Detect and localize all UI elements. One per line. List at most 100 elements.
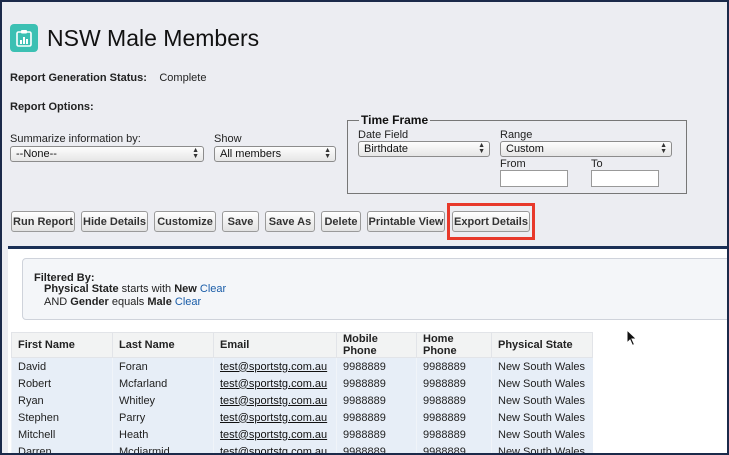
filter-field: Gender (70, 296, 109, 308)
range-label: Range (500, 129, 533, 141)
time-frame-legend: Time Frame (359, 113, 431, 127)
summarize-label: Summarize information by: (10, 133, 141, 145)
run-report-button[interactable]: Run Report (11, 211, 75, 232)
table-cell: Whitley (112, 392, 214, 409)
table-cell: Ryan (11, 392, 113, 409)
column-header[interactable]: Last Name (112, 332, 214, 358)
email-link[interactable]: test@sportstg.com.au (213, 357, 337, 375)
status-label: Report Generation Status: (10, 72, 147, 84)
clear-filter-link[interactable]: Clear (200, 283, 226, 295)
table-row: Ryan Whitley test@sportstg.com.au 998888… (11, 392, 593, 409)
table-cell: Robert (11, 375, 113, 392)
to-date-input[interactable] (591, 170, 659, 187)
delete-button[interactable]: Delete (321, 211, 361, 232)
table-cell: 9988889 (416, 392, 492, 409)
to-label: To (591, 158, 603, 170)
date-field-value: Birthdate (364, 143, 409, 155)
column-header[interactable]: Mobile Phone (336, 332, 417, 358)
summarize-select-value: --None-- (16, 148, 57, 160)
report-table: First Name Last Name Email Mobile Phone … (11, 332, 593, 453)
report-page: NSW Male Members Report Generation Statu… (0, 0, 729, 455)
table-cell: Mitchell (11, 426, 113, 443)
table-cell: 9988889 (336, 357, 417, 375)
table-cell: Mcfarland (112, 375, 214, 392)
page-header: NSW Male Members (10, 22, 259, 54)
table-cell: 9988889 (336, 426, 417, 443)
email-link[interactable]: test@sportstg.com.au (213, 375, 337, 392)
table-cell: Mcdiarmid (112, 443, 214, 453)
table-cell: Foran (112, 357, 214, 375)
table-row: Robert Mcfarland test@sportstg.com.au 99… (11, 375, 593, 392)
table-cell: New South Wales (491, 357, 593, 375)
save-as-button[interactable]: Save As (265, 211, 315, 232)
table-cell: New South Wales (491, 426, 593, 443)
filter-value: New (174, 283, 197, 295)
page-title: NSW Male Members (47, 24, 260, 51)
range-select[interactable]: Custom ▲ ▼ (500, 141, 672, 157)
table-cell: New South Wales (491, 409, 593, 426)
filter-criterion-1: Physical State starts with New Clear (44, 283, 226, 295)
table-cell: 9988889 (336, 375, 417, 392)
email-link[interactable]: test@sportstg.com.au (213, 426, 337, 443)
table-cell: 9988889 (336, 409, 417, 426)
table-cell: 9988889 (336, 443, 417, 453)
generation-status: Report Generation Status: Complete (10, 68, 206, 86)
email-link[interactable]: test@sportstg.com.au (213, 409, 337, 426)
report-results: Filtered By: Physical State starts with … (8, 249, 727, 453)
save-button[interactable]: Save (222, 211, 259, 232)
table-row: Mitchell Heath test@sportstg.com.au 9988… (11, 426, 593, 443)
show-select[interactable]: All members ▲ ▼ (214, 146, 336, 162)
table-cell: Stephen (11, 409, 113, 426)
filter-conjunction: AND (44, 296, 68, 308)
mouse-cursor-icon (626, 328, 638, 352)
table-row: Darren Mcdiarmid test@sportstg.com.au 99… (11, 443, 593, 453)
column-header[interactable]: Home Phone (416, 332, 492, 358)
table-row: Stephen Parry test@sportstg.com.au 99888… (11, 409, 593, 426)
table-row: David Foran test@sportstg.com.au 9988889… (11, 357, 593, 375)
time-frame-box: Time Frame Date Field Birthdate ▲ ▼ Range… (347, 113, 687, 194)
filter-criterion-2: AND Gender equals Male Clear (44, 296, 201, 308)
table-cell: 9988889 (336, 392, 417, 409)
column-header[interactable]: Physical State (491, 332, 593, 358)
select-arrows-icon: ▲ ▼ (660, 142, 667, 155)
show-label: Show (214, 133, 242, 145)
date-field-select[interactable]: Birthdate ▲ ▼ (358, 141, 490, 157)
range-value: Custom (506, 143, 544, 155)
hide-details-button[interactable]: Hide Details (81, 211, 148, 232)
export-details-highlight (447, 203, 535, 240)
table-cell: New South Wales (491, 392, 593, 409)
printable-view-button[interactable]: Printable View (367, 211, 445, 232)
table-cell: 9988889 (416, 375, 492, 392)
select-arrows-icon: ▲ ▼ (324, 147, 331, 160)
table-cell: 9988889 (416, 426, 492, 443)
summarize-select[interactable]: --None-- ▲ ▼ (10, 146, 204, 162)
show-select-value: All members (220, 148, 282, 160)
report-options-heading: Report Options: (10, 101, 94, 113)
filter-operator: equals (111, 296, 145, 308)
filter-panel: Filtered By: Physical State starts with … (22, 258, 727, 320)
table-cell: David (11, 357, 113, 375)
filter-field: Physical State (44, 283, 119, 295)
filter-value: Male (147, 296, 172, 308)
email-link[interactable]: test@sportstg.com.au (213, 443, 337, 453)
customize-button[interactable]: Customize (154, 211, 216, 232)
table-header-row: First Name Last Name Email Mobile Phone … (11, 332, 593, 358)
table-cell: Heath (112, 426, 214, 443)
filter-operator: starts with (121, 283, 172, 295)
clear-filter-link[interactable]: Clear (175, 296, 201, 308)
from-date-input[interactable] (500, 170, 568, 187)
table-cell: 9988889 (416, 409, 492, 426)
table-cell: 9988889 (416, 443, 492, 453)
status-value: Complete (159, 72, 207, 84)
from-label: From (500, 158, 526, 170)
email-link[interactable]: test@sportstg.com.au (213, 392, 337, 409)
column-header[interactable]: First Name (11, 332, 113, 358)
date-field-label: Date Field (358, 129, 409, 141)
table-cell: New South Wales (491, 443, 593, 453)
select-arrows-icon: ▲ ▼ (192, 147, 199, 160)
table-cell: 9988889 (416, 357, 492, 375)
table-cell: New South Wales (491, 375, 593, 392)
column-header[interactable]: Email (213, 332, 337, 358)
table-cell: Parry (112, 409, 214, 426)
table-cell: Darren (11, 443, 113, 453)
